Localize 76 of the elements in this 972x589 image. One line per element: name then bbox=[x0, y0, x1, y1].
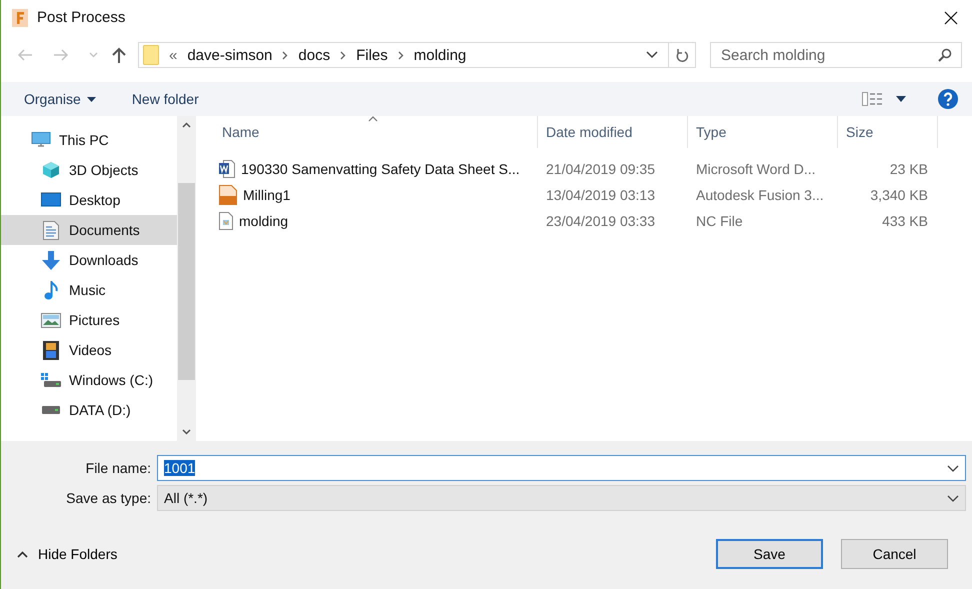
nav-item[interactable]: Music bbox=[1, 275, 177, 305]
chevron-right-icon[interactable] bbox=[340, 50, 346, 60]
file-type-cell-text: Microsoft Word D... bbox=[695, 161, 817, 177]
breadcrumb[interactable]: docs bbox=[298, 46, 330, 64]
nav-item[interactable]: Windows (C:) bbox=[1, 365, 177, 395]
dropdown-chevron-icon[interactable] bbox=[947, 494, 959, 502]
file-name[interactable]: molding bbox=[239, 213, 288, 229]
breadcrumb[interactable]: molding bbox=[414, 46, 466, 64]
nav-item[interactable]: This PC bbox=[1, 125, 177, 155]
document-icon bbox=[41, 220, 61, 240]
nav-item[interactable]: Desktop bbox=[1, 185, 177, 215]
file-size-cell-text: 23 KB bbox=[888, 161, 929, 177]
caret-icon[interactable] bbox=[896, 96, 906, 102]
cancel-button[interactable]: Cancel bbox=[841, 539, 948, 569]
down-arrow-icon bbox=[41, 250, 61, 270]
nav-item[interactable]: DATA (D:) bbox=[1, 395, 177, 425]
file-icon bbox=[219, 212, 233, 230]
search-field[interactable]: Search molding bbox=[710, 42, 962, 68]
date-modified-cell-text: 21/04/2019 09:35 bbox=[545, 161, 656, 177]
file-size-cell-text: 433 KB bbox=[881, 213, 929, 229]
file-type-cell-text: Autodesk Fusion 3... bbox=[695, 187, 825, 203]
column-header[interactable]: Size bbox=[838, 116, 938, 148]
column-header[interactable]: Name bbox=[218, 116, 538, 148]
scrollbar-thumb[interactable] bbox=[178, 183, 195, 380]
organise-menu-button[interactable]: Organise bbox=[15, 87, 105, 111]
film-strip-icon bbox=[41, 340, 61, 360]
scroll-up-icon[interactable] bbox=[182, 122, 191, 128]
chevron-right-icon[interactable] bbox=[282, 50, 288, 60]
window-title: Post Process bbox=[37, 9, 126, 26]
breadcrumb[interactable]: dave-simson bbox=[187, 46, 272, 64]
file-name-label: File name: bbox=[84, 460, 151, 476]
nav-item[interactable]: Pictures bbox=[1, 305, 177, 335]
up-arrow-icon[interactable] bbox=[112, 47, 126, 63]
scroll-down-icon[interactable] bbox=[182, 429, 191, 435]
nav-item[interactable]: Videos bbox=[1, 335, 177, 365]
breadcrumb[interactable]: Files bbox=[356, 46, 388, 64]
address-bar[interactable]: « dave-simson docs Files molding bbox=[138, 42, 696, 68]
file-name[interactable]: Milling1 bbox=[243, 187, 290, 203]
date-modified-cell-text: 23/04/2019 03:33 bbox=[545, 213, 656, 229]
caret-icon bbox=[86, 96, 96, 102]
help-icon[interactable] bbox=[938, 89, 958, 109]
dropdown-chevron-icon[interactable] bbox=[947, 464, 959, 472]
overflow-chevron[interactable]: « bbox=[169, 46, 178, 64]
design-file-icon bbox=[219, 185, 237, 205]
scrollbar[interactable] bbox=[177, 116, 196, 441]
search-icon bbox=[938, 48, 952, 62]
hide-folders-button[interactable]: Hide Folders bbox=[17, 546, 118, 562]
folder-icon bbox=[143, 45, 159, 65]
file-name-field[interactable]: 1001 bbox=[157, 455, 966, 481]
refresh-icon[interactable] bbox=[675, 48, 689, 62]
nav-item[interactable]: Downloads bbox=[1, 245, 177, 275]
chevron-up-icon bbox=[17, 550, 28, 558]
system-drive-icon bbox=[41, 373, 61, 387]
new-folder-button[interactable]: New folder bbox=[122, 87, 208, 111]
column-header[interactable]: Type bbox=[688, 116, 838, 148]
file-size-cell-text: 3,340 KB bbox=[869, 187, 929, 203]
drive-icon bbox=[41, 406, 61, 414]
chevron-right-icon[interactable] bbox=[398, 50, 404, 60]
save-button[interactable]: Save bbox=[716, 539, 823, 569]
column-header[interactable]: Date modified bbox=[538, 116, 688, 148]
cube-icon bbox=[41, 161, 61, 179]
app-logo-icon bbox=[12, 8, 28, 26]
monitor-icon bbox=[41, 192, 61, 208]
picture-icon bbox=[41, 312, 61, 328]
file-name[interactable]: 190330 Samenvatting Safety Data Sheet S... bbox=[241, 161, 520, 177]
nav-item[interactable]: 3D Objects bbox=[1, 155, 177, 185]
nav-item[interactable]: Documents bbox=[1, 215, 177, 245]
date-modified-cell-text: 13/04/2019 03:13 bbox=[545, 187, 656, 203]
close-icon[interactable] bbox=[944, 10, 958, 24]
file-type-cell-text: NC File bbox=[695, 213, 744, 229]
save-as-type-label: Save as type: bbox=[65, 490, 151, 506]
view-options-icon[interactable] bbox=[862, 92, 884, 106]
dropdown-chevron-icon[interactable] bbox=[646, 51, 658, 59]
save-as-type-dropdown[interactable]: All (*.*) bbox=[157, 485, 966, 511]
computer-icon bbox=[31, 132, 51, 148]
word-document-icon bbox=[219, 160, 235, 178]
